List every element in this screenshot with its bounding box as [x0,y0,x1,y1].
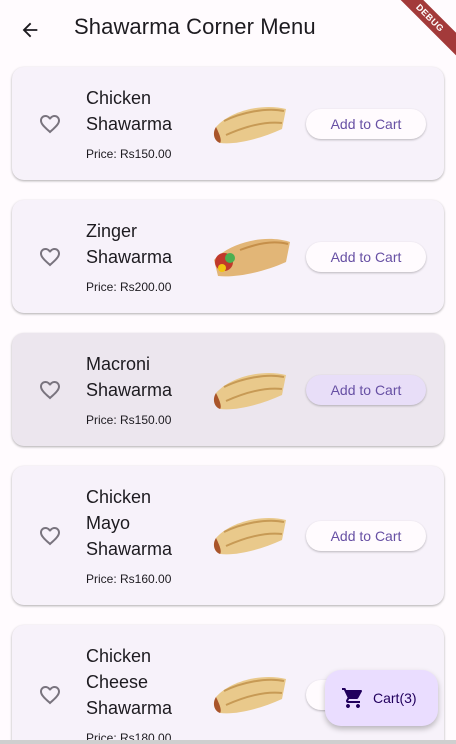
item-name: Chicken Mayo Shawarma [86,487,173,559]
shawarma-image [213,677,286,714]
item-price: Price: Rs150.00 [86,147,172,161]
shawarma-image [213,373,286,410]
cart-count-label: Cart(3) [373,690,417,706]
arrow-back-icon [22,22,38,38]
menu-item-card: Chicken Mayo Shawarma Price: Rs160.00 Ad… [12,466,444,605]
favorite-heart-icon[interactable] [38,378,62,402]
app-bar: Shawarma Corner Menu [0,0,456,56]
menu-item-card: Macroni Shawarma Price: Rs150.00 Add to … [12,333,444,446]
item-name: Chicken Shawarma [86,88,173,134]
favorite-heart-icon[interactable] [38,245,62,269]
menu-item-card: Zinger Shawarma Price: Rs200.00 Add to C… [12,200,444,313]
menu-item-card: Chicken Shawarma Price: Rs150.00 Add to … [12,67,444,180]
add-to-cart-button[interactable]: Add to Cart [306,242,426,272]
menu-list[interactable]: Chicken Shawarma Price: Rs150.00 Add to … [0,56,456,744]
add-to-cart-button[interactable]: Add to Cart [306,375,426,405]
shawarma-image [213,518,286,555]
back-button[interactable] [14,14,46,46]
favorite-heart-icon[interactable] [38,112,62,136]
add-to-cart-button[interactable]: Add to Cart [306,109,426,139]
shopping-cart-icon [342,688,363,708]
favorite-heart-icon[interactable] [38,524,62,548]
page-title: Shawarma Corner Menu [74,14,316,39]
system-nav-strip [0,740,456,744]
add-to-cart-button[interactable]: Add to Cart [306,521,426,551]
shawarma-image [214,238,290,277]
item-price: Price: Rs160.00 [86,572,172,586]
item-name: Macroni Shawarma [86,354,173,400]
shawarma-image [213,107,286,144]
item-price: Price: Rs200.00 [86,280,172,294]
item-price: Price: Rs150.00 [86,413,172,427]
item-name: Zinger Shawarma [86,221,173,267]
cart-fab[interactable]: Cart(3) [325,670,438,726]
favorite-heart-icon[interactable] [38,683,62,707]
item-name: Chicken Cheese Shawarma [86,646,173,718]
